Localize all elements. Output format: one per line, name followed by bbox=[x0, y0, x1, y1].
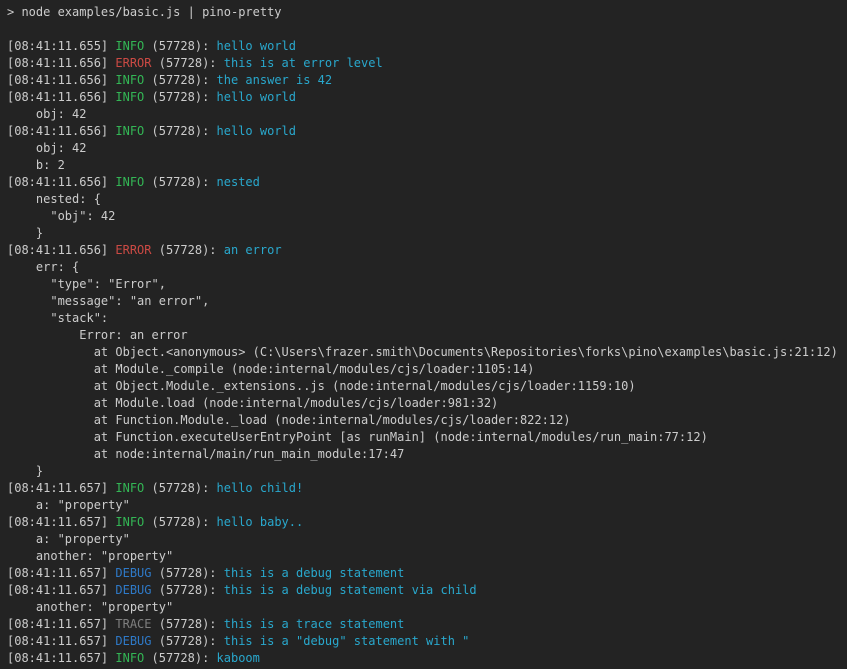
log-line: [08:41:11.657] TRACE (57728): this is a … bbox=[7, 616, 847, 633]
log-pid: (57728): bbox=[152, 566, 224, 580]
log-timestamp: [08:41:11.657] bbox=[7, 566, 115, 580]
log-message: hello baby.. bbox=[217, 515, 304, 529]
log-message: hello world bbox=[217, 124, 296, 138]
log-message: an error bbox=[224, 243, 282, 257]
log-pid: (57728): bbox=[144, 73, 216, 87]
log-detail-line: nested: { bbox=[7, 191, 847, 208]
log-timestamp: [08:41:11.656] bbox=[7, 73, 115, 87]
log-detail-line: "stack": bbox=[7, 310, 847, 327]
log-line: [08:41:11.657] DEBUG (57728): this is a … bbox=[7, 582, 847, 599]
log-detail-line: at Function.Module._load (node:internal/… bbox=[7, 412, 847, 429]
log-pid: (57728): bbox=[152, 617, 224, 631]
log-message: this is at error level bbox=[224, 56, 383, 70]
log-line: [08:41:11.657] INFO (57728): hello child… bbox=[7, 480, 847, 497]
log-line: [08:41:11.656] INFO (57728): nested bbox=[7, 174, 847, 191]
log-detail-line: Error: an error bbox=[7, 327, 847, 344]
log-level: ERROR bbox=[115, 56, 151, 70]
log-level: DEBUG bbox=[115, 583, 151, 597]
log-level: INFO bbox=[115, 39, 144, 53]
log-line: [08:41:11.657] INFO (57728): kaboom bbox=[7, 650, 847, 667]
log-detail-line: at Object.<anonymous> (C:\Users\frazer.s… bbox=[7, 344, 847, 361]
log-line: [08:41:11.655] INFO (57728): hello world bbox=[7, 38, 847, 55]
log-timestamp: [08:41:11.656] bbox=[7, 124, 115, 138]
log-timestamp: [08:41:11.657] bbox=[7, 481, 115, 495]
log-detail-line: "obj": 42 bbox=[7, 208, 847, 225]
log-message: kaboom bbox=[217, 651, 260, 665]
log-pid: (57728): bbox=[144, 515, 216, 529]
log-message: hello world bbox=[217, 90, 296, 104]
log-message: hello world bbox=[217, 39, 296, 53]
log-timestamp: [08:41:11.656] bbox=[7, 56, 115, 70]
log-timestamp: [08:41:11.656] bbox=[7, 90, 115, 104]
log-message: hello child! bbox=[217, 481, 304, 495]
log-detail-line: obj: 42 bbox=[7, 106, 847, 123]
log-level: INFO bbox=[115, 175, 144, 189]
log-detail-line: at Module._compile (node:internal/module… bbox=[7, 361, 847, 378]
log-line: [08:41:11.657] DEBUG (57728): this is a … bbox=[7, 633, 847, 650]
log-level: INFO bbox=[115, 90, 144, 104]
log-level: INFO bbox=[115, 651, 144, 665]
log-detail-line: another: "property" bbox=[7, 599, 847, 616]
log-timestamp: [08:41:11.655] bbox=[7, 39, 115, 53]
log-detail-line: at node:internal/main/run_main_module:17… bbox=[7, 446, 847, 463]
log-level: INFO bbox=[115, 515, 144, 529]
log-detail-line: obj: 42 bbox=[7, 140, 847, 157]
log-detail-line: "message": "an error", bbox=[7, 293, 847, 310]
log-timestamp: [08:41:11.656] bbox=[7, 243, 115, 257]
log-pid: (57728): bbox=[152, 56, 224, 70]
log-timestamp: [08:41:11.657] bbox=[7, 515, 115, 529]
log-timestamp: [08:41:11.657] bbox=[7, 651, 115, 665]
log-detail-line: err: { bbox=[7, 259, 847, 276]
log-line: [08:41:11.656] ERROR (57728): an error bbox=[7, 242, 847, 259]
log-timestamp: [08:41:11.657] bbox=[7, 617, 115, 631]
log-level: INFO bbox=[115, 73, 144, 87]
log-level: DEBUG bbox=[115, 634, 151, 648]
log-line: [08:41:11.657] INFO (57728): hello baby.… bbox=[7, 514, 847, 531]
log-line: [08:41:11.656] INFO (57728): the answer … bbox=[7, 72, 847, 89]
log-line: [08:41:11.656] ERROR (57728): this is at… bbox=[7, 55, 847, 72]
log-detail-line: a: "property" bbox=[7, 531, 847, 548]
terminal-window[interactable]: > node examples/basic.js | pino-pretty [… bbox=[0, 0, 847, 669]
log-level: TRACE bbox=[115, 617, 151, 631]
log-message: the answer is 42 bbox=[217, 73, 333, 87]
log-detail-line: a: "property" bbox=[7, 497, 847, 514]
log-pid: (57728): bbox=[144, 175, 216, 189]
log-level: DEBUG bbox=[115, 566, 151, 580]
log-pid: (57728): bbox=[152, 583, 224, 597]
log-pid: (57728): bbox=[144, 90, 216, 104]
log-level: INFO bbox=[115, 481, 144, 495]
log-detail-line: "type": "Error", bbox=[7, 276, 847, 293]
log-detail-line: } bbox=[7, 225, 847, 242]
log-detail-line: at Function.executeUserEntryPoint [as ru… bbox=[7, 429, 847, 446]
log-timestamp: [08:41:11.657] bbox=[7, 634, 115, 648]
log-detail-line: another: "property" bbox=[7, 548, 847, 565]
log-level: ERROR bbox=[115, 243, 151, 257]
log-pid: (57728): bbox=[144, 481, 216, 495]
command-line: > node examples/basic.js | pino-pretty bbox=[7, 4, 847, 21]
log-timestamp: [08:41:11.657] bbox=[7, 583, 115, 597]
log-detail-line: at Object.Module._extensions..js (node:i… bbox=[7, 378, 847, 395]
log-pid: (57728): bbox=[144, 651, 216, 665]
log-line: [08:41:11.656] INFO (57728): hello world bbox=[7, 123, 847, 140]
log-timestamp: [08:41:11.656] bbox=[7, 175, 115, 189]
log-message: this is a debug statement via child bbox=[224, 583, 477, 597]
log-pid: (57728): bbox=[152, 634, 224, 648]
log-detail-line: b: 2 bbox=[7, 157, 847, 174]
log-pid: (57728): bbox=[152, 243, 224, 257]
log-message: this is a trace statement bbox=[224, 617, 405, 631]
log-detail-line: } bbox=[7, 463, 847, 480]
log-pid: (57728): bbox=[144, 124, 216, 138]
terminal-output: > node examples/basic.js | pino-pretty [… bbox=[7, 4, 847, 667]
log-pid: (57728): bbox=[144, 39, 216, 53]
log-line: [08:41:11.657] DEBUG (57728): this is a … bbox=[7, 565, 847, 582]
log-message: this is a debug statement bbox=[224, 566, 405, 580]
log-detail-line: at Module.load (node:internal/modules/cj… bbox=[7, 395, 847, 412]
log-message: nested bbox=[217, 175, 260, 189]
log-message: this is a "debug" statement with " bbox=[224, 634, 470, 648]
blank-line bbox=[7, 21, 847, 38]
log-level: INFO bbox=[115, 124, 144, 138]
log-line: [08:41:11.656] INFO (57728): hello world bbox=[7, 89, 847, 106]
